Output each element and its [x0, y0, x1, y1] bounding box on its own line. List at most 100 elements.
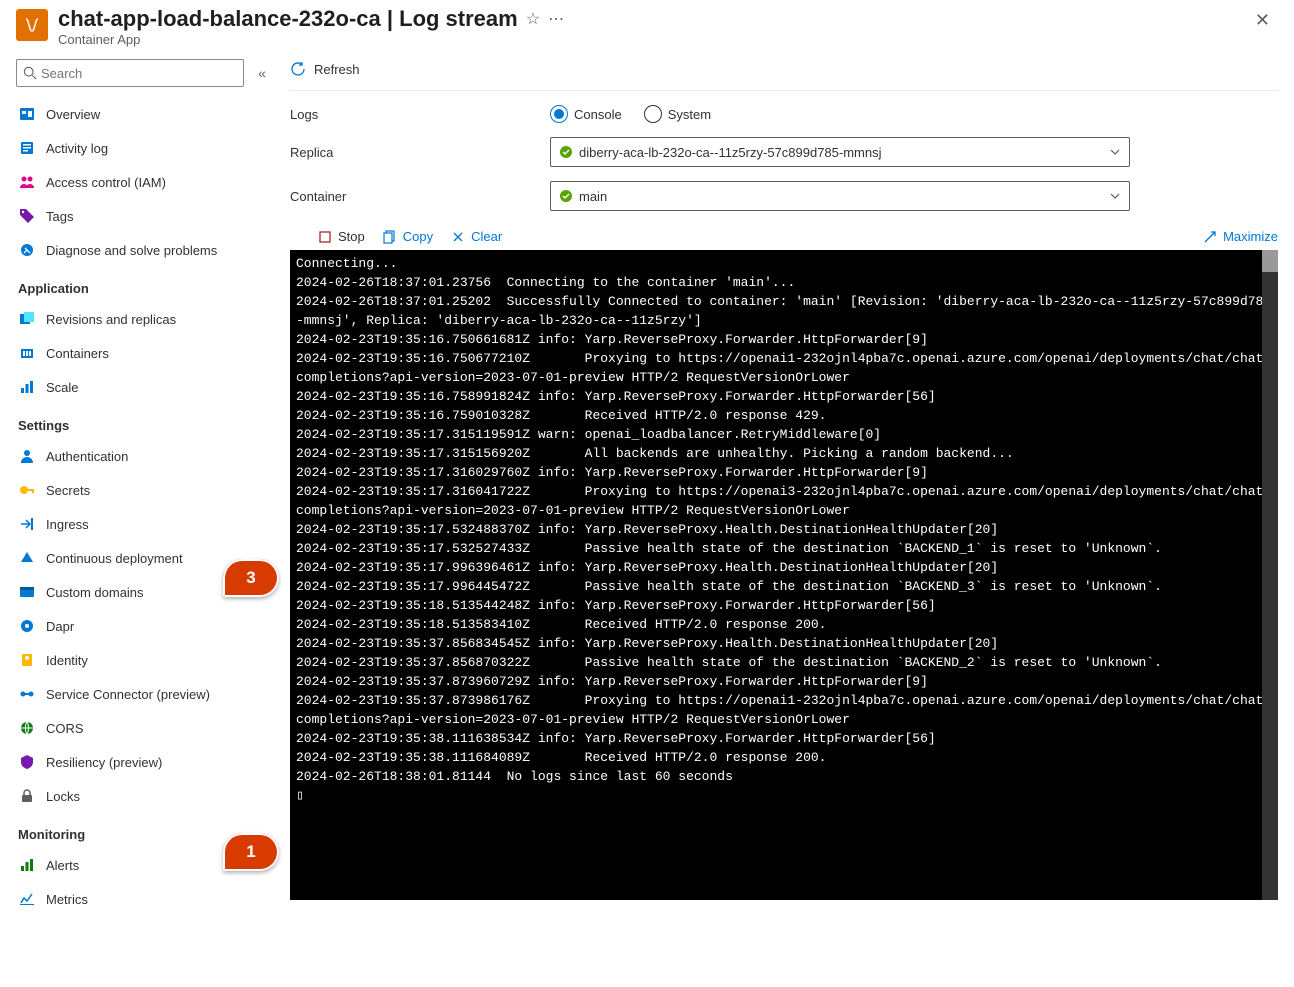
maximize-label: Maximize	[1223, 229, 1278, 244]
sidebar-section-head: Application	[18, 281, 272, 296]
sidebar-item-label: Locks	[46, 789, 80, 804]
replica-value: diberry-aca-lb-232o-ca--11z5rzy-57c899d7…	[579, 145, 882, 160]
favorite-icon[interactable]: ☆	[526, 9, 540, 29]
sidebar-item[interactable]: Scale	[16, 370, 272, 404]
refresh-icon	[290, 61, 306, 77]
sidebar-item[interactable]: Identity	[16, 643, 272, 677]
refresh-button[interactable]: Refresh	[290, 61, 360, 77]
sidebar-item-icon	[18, 788, 36, 804]
sidebar-item[interactable]: Activity log	[16, 131, 272, 165]
sidebar-item-icon	[18, 242, 36, 258]
chevron-down-icon	[1109, 190, 1121, 202]
radio-system[interactable]: System	[644, 105, 711, 123]
radio-console[interactable]: Console	[550, 105, 622, 123]
callout-1: 1	[223, 833, 279, 871]
sidebar-item-icon	[18, 106, 36, 122]
sidebar-item-label: Dapr	[46, 619, 74, 634]
radio-system-label: System	[668, 107, 711, 122]
search-icon	[23, 66, 37, 80]
sidebar-item-icon	[18, 857, 36, 873]
sidebar-item-icon	[18, 516, 36, 532]
sidebar-item[interactable]: Revisions and replicas	[16, 302, 272, 336]
sidebar-item-label: Secrets	[46, 483, 90, 498]
sidebar-item[interactable]: Resiliency (preview)	[16, 745, 272, 779]
sidebar-item-icon	[18, 140, 36, 156]
radio-checked-icon	[550, 105, 568, 123]
sidebar-item-icon	[18, 379, 36, 395]
chevron-down-icon	[1109, 146, 1121, 158]
stop-button[interactable]: Stop	[318, 229, 365, 244]
log-console[interactable]: Connecting... 2024-02-26T18:37:01.23756 …	[290, 250, 1278, 900]
scrollbar[interactable]	[1262, 250, 1278, 900]
sidebar-item[interactable]: Secrets	[16, 473, 272, 507]
sidebar-item-icon	[18, 208, 36, 224]
clear-icon	[451, 230, 465, 244]
sidebar-item[interactable]: Containers	[16, 336, 272, 370]
sidebar-item-icon	[18, 584, 36, 600]
sidebar-item[interactable]: Service Connector (preview)	[16, 677, 272, 711]
sidebar-item-icon	[18, 891, 36, 907]
page-title: chat-app-load-balance-232o-ca | Log stre…	[58, 6, 518, 32]
sidebar-section-head: Settings	[18, 418, 272, 433]
sidebar-item-icon	[18, 448, 36, 464]
sidebar-item-icon	[18, 618, 36, 634]
copy-icon	[383, 230, 397, 244]
replica-select[interactable]: diberry-aca-lb-232o-ca--11z5rzy-57c899d7…	[550, 137, 1130, 167]
sidebar-item-label: Identity	[46, 653, 88, 668]
search-box[interactable]	[16, 59, 244, 87]
collapse-sidebar-icon[interactable]: «	[252, 65, 272, 81]
search-input[interactable]	[41, 66, 237, 81]
container-select[interactable]: main	[550, 181, 1130, 211]
sidebar-item-label: Revisions and replicas	[46, 312, 176, 327]
scrollbar-thumb[interactable]	[1262, 250, 1278, 272]
stop-label: Stop	[338, 229, 365, 244]
logs-label: Logs	[290, 107, 550, 122]
maximize-icon	[1203, 230, 1217, 244]
sidebar-item-icon	[18, 720, 36, 736]
sidebar-item-label: Continuous deployment	[46, 551, 183, 566]
clear-label: Clear	[471, 229, 502, 244]
refresh-label: Refresh	[314, 62, 360, 77]
sidebar-item[interactable]: Tags	[16, 199, 272, 233]
container-label: Container	[290, 189, 550, 204]
sidebar-item[interactable]: Ingress	[16, 507, 272, 541]
replica-label: Replica	[290, 145, 550, 160]
sidebar-item-icon	[18, 311, 36, 327]
callout-3: 3	[223, 559, 279, 597]
resource-icon	[16, 9, 48, 41]
sidebar-item[interactable]: Dapr	[16, 609, 272, 643]
sidebar-item-label: Resiliency (preview)	[46, 755, 162, 770]
sidebar-item[interactable]: Locks	[16, 779, 272, 813]
stop-icon	[318, 230, 332, 244]
page-subtitle: Container App	[58, 32, 1247, 47]
copy-label: Copy	[403, 229, 433, 244]
sidebar-item[interactable]: CORS	[16, 711, 272, 745]
clear-button[interactable]: Clear	[451, 229, 502, 244]
sidebar-item-label: Ingress	[46, 517, 89, 532]
close-icon[interactable]: ✕	[1247, 6, 1278, 35]
radio-unchecked-icon	[644, 105, 662, 123]
sidebar-item-icon	[18, 550, 36, 566]
sidebar-item[interactable]: Diagnose and solve problems	[16, 233, 272, 267]
status-ok-icon	[559, 145, 573, 159]
sidebar-item-icon	[18, 652, 36, 668]
sidebar-item-icon	[18, 345, 36, 361]
sidebar-item-label: CORS	[46, 721, 84, 736]
sidebar-item[interactable]: Metrics	[16, 882, 272, 916]
sidebar-item-icon	[18, 754, 36, 770]
main-content: Refresh Logs Console System Replica	[280, 51, 1294, 924]
sidebar-item[interactable]: Access control (IAM)	[16, 165, 272, 199]
sidebar-item-label: Scale	[46, 380, 79, 395]
sidebar-item-icon	[18, 174, 36, 190]
sidebar-item[interactable]: Overview	[16, 97, 272, 131]
sidebar: « OverviewActivity log Access control (IA…	[0, 51, 280, 924]
status-ok-icon	[559, 189, 573, 203]
more-icon[interactable]: ⋯	[548, 9, 564, 29]
sidebar-item-label: Access control (IAM)	[46, 175, 166, 190]
sidebar-item-label: Authentication	[46, 449, 128, 464]
copy-button[interactable]: Copy	[383, 229, 433, 244]
radio-console-label: Console	[574, 107, 622, 122]
maximize-button[interactable]: Maximize	[1203, 229, 1278, 244]
sidebar-item-icon	[18, 686, 36, 702]
sidebar-item[interactable]: Authentication	[16, 439, 272, 473]
